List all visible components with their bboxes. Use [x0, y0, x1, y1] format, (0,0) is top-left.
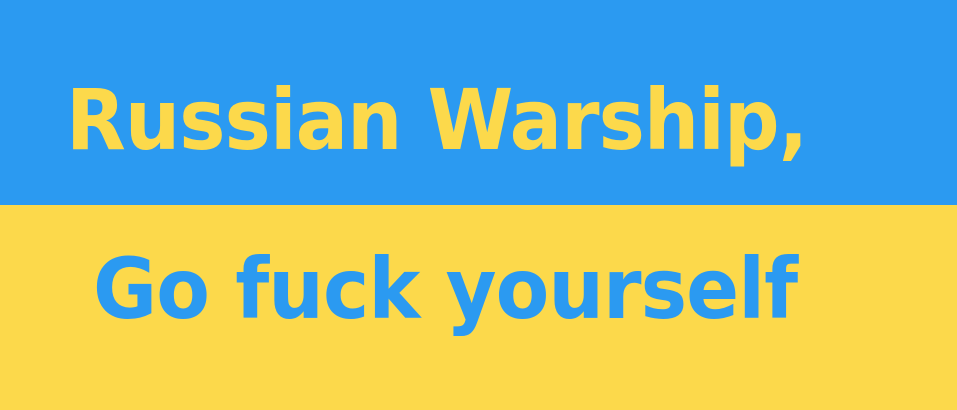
flag-banner: Russian Warship, Go fuck yourself [0, 0, 957, 410]
banner-line-2: Go fuck yourself [93, 240, 798, 338]
banner-line-1: Russian Warship, [66, 71, 808, 169]
